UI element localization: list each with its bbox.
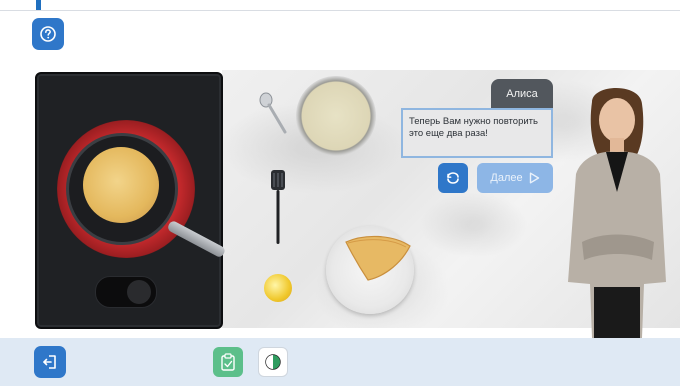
top-bar-accent xyxy=(36,0,41,10)
bottom-toolbar xyxy=(0,338,680,386)
assistant-speech-bubble: Теперь Вам нужно повторить это еще два р… xyxy=(401,108,553,158)
oil-bowl[interactable] xyxy=(262,272,294,304)
task-button[interactable] xyxy=(213,347,243,377)
assistant-name-tag: Алиса xyxy=(491,79,553,109)
top-bar xyxy=(0,0,680,11)
question-circle-icon xyxy=(40,26,56,42)
pancake-in-pan[interactable] xyxy=(83,147,159,223)
exit-door-icon xyxy=(43,355,56,369)
pan-handle[interactable] xyxy=(166,219,227,259)
repeat-button[interactable] xyxy=(438,163,468,193)
stove-power-toggle[interactable] xyxy=(95,276,157,308)
contrast-icon xyxy=(265,354,281,370)
play-outline-icon xyxy=(529,172,539,184)
next-button[interactable]: Далее xyxy=(477,163,553,193)
exit-button[interactable] xyxy=(34,346,66,378)
folded-pancake xyxy=(345,235,411,281)
spatula-icon[interactable] xyxy=(266,168,290,246)
stove-panel xyxy=(35,72,227,329)
repeat-icon xyxy=(447,172,459,184)
help-button[interactable] xyxy=(32,18,64,50)
contrast-button[interactable] xyxy=(258,347,288,377)
spoon-icon[interactable] xyxy=(258,92,288,134)
clipboard-icon xyxy=(221,353,235,371)
next-button-label: Далее xyxy=(490,172,523,184)
assistant-avatar xyxy=(568,88,666,338)
batter-bowl[interactable] xyxy=(296,76,376,156)
toggle-knob xyxy=(127,280,151,304)
